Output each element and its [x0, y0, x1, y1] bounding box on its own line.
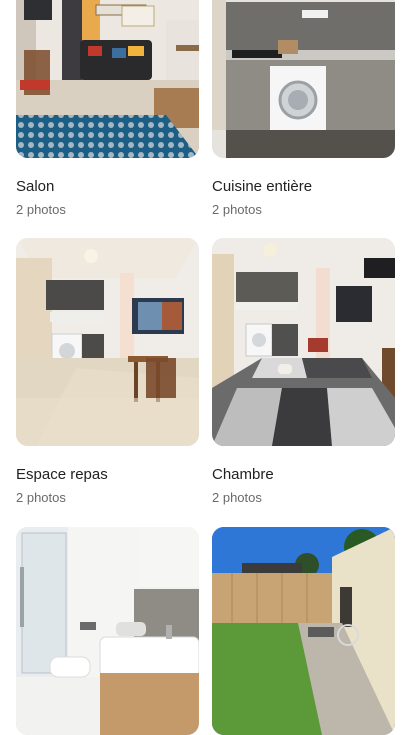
room-card-espace-repas[interactable]: Espace repas 2 photos	[16, 238, 199, 506]
room-photo-bathroom[interactable]	[16, 527, 199, 735]
room-photo-garden[interactable]	[212, 527, 395, 735]
room-title: Espace repas	[16, 466, 108, 483]
room-title: Cuisine entière	[212, 178, 313, 195]
room-card-bathroom[interactable]	[16, 527, 199, 735]
room-photo-espace-repas[interactable]	[16, 238, 199, 446]
room-gallery: Salon 2 photos Cuisine entière 2 photos	[0, 0, 403, 735]
room-photo-count: 2 photos	[212, 202, 262, 217]
room-card-salon[interactable]: Salon 2 photos	[16, 0, 199, 218]
room-title: Salon	[16, 178, 55, 195]
room-card-garden[interactable]	[212, 527, 395, 735]
room-photo-count: 2 photos	[16, 202, 66, 217]
room-photo-salon[interactable]	[16, 0, 199, 158]
room-photo-chambre[interactable]	[212, 238, 395, 446]
room-photo-count: 2 photos	[16, 490, 66, 505]
room-card-cuisine[interactable]: Cuisine entière 2 photos	[212, 0, 395, 218]
room-title: Chambre	[212, 466, 274, 483]
room-photo-cuisine[interactable]	[212, 0, 395, 158]
room-card-chambre[interactable]: Chambre 2 photos	[212, 238, 395, 506]
room-photo-count: 2 photos	[212, 490, 262, 505]
